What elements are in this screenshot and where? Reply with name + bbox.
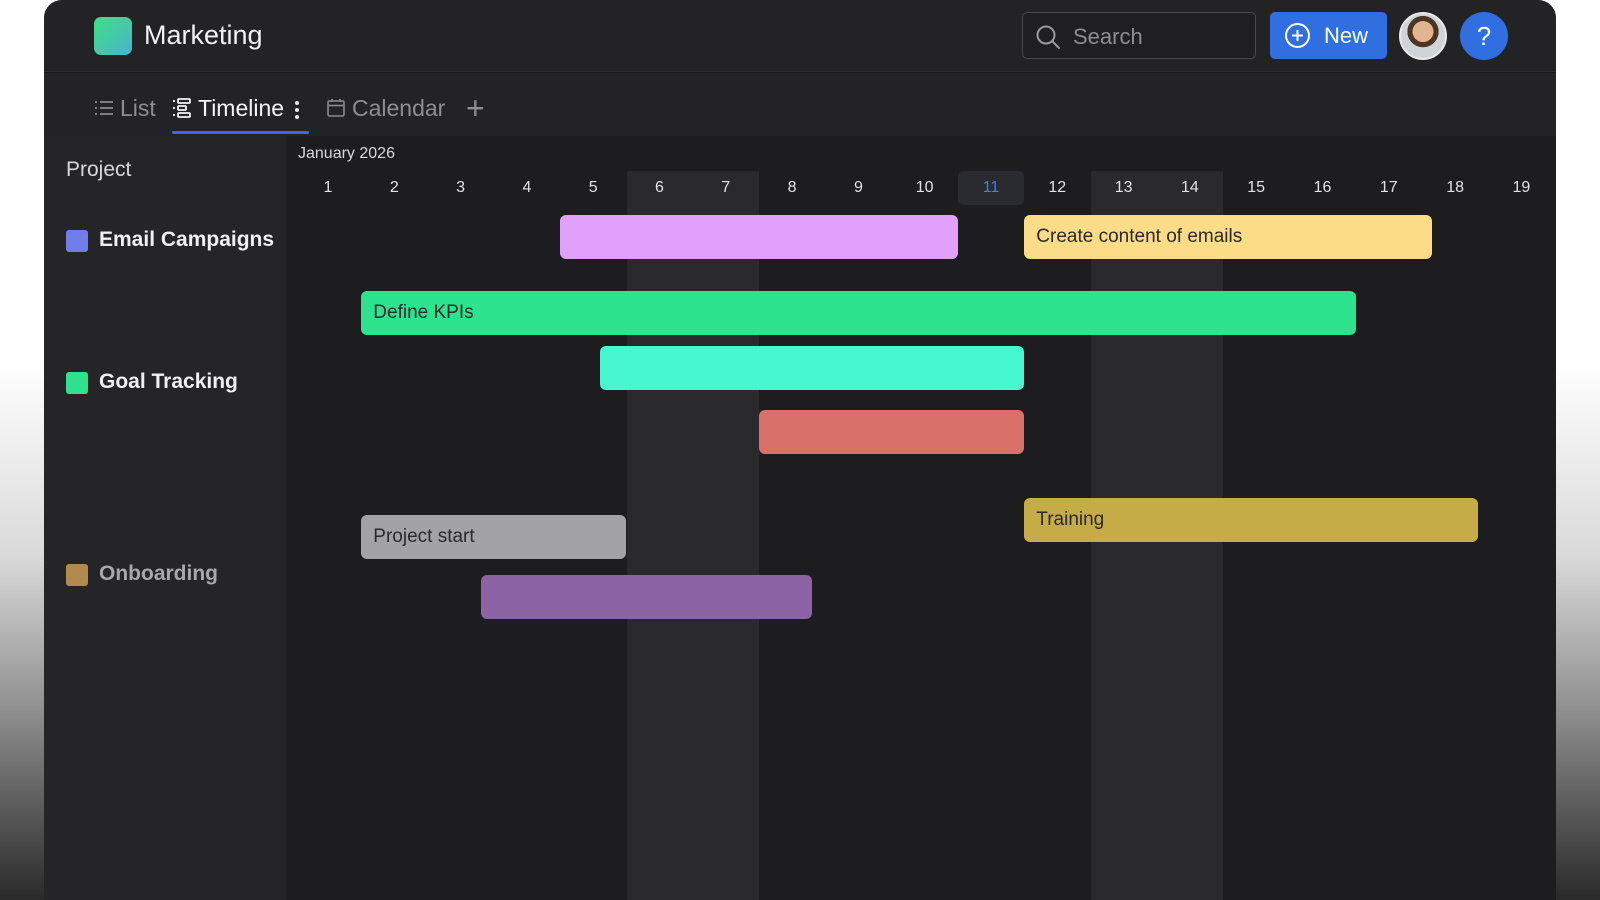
add-view-button[interactable]: + xyxy=(466,92,485,124)
task-bar[interactable] xyxy=(599,346,1025,390)
list-icon xyxy=(95,101,113,115)
task-bar[interactable]: Create content of emails xyxy=(1024,215,1433,259)
project-color-swatch xyxy=(66,564,88,586)
project-name: Onboarding xyxy=(99,562,218,585)
month-label: January 2026 xyxy=(298,145,395,162)
new-button-label: New xyxy=(1324,23,1369,48)
day-header[interactable]: 11 xyxy=(958,179,1024,197)
tab-timeline-label: Timeline xyxy=(198,95,285,121)
new-button[interactable]: New xyxy=(1270,12,1387,59)
help-button[interactable]: ? xyxy=(1460,12,1508,60)
workspace-title: Marketing xyxy=(144,20,263,50)
app-window: Marketing Search New ? List Timeline Cal… xyxy=(44,0,1556,900)
day-header[interactable]: 7 xyxy=(693,179,759,197)
day-header[interactable]: 10 xyxy=(892,179,958,197)
search-icon xyxy=(1036,25,1060,49)
task-label: Define KPIs xyxy=(373,302,474,323)
day-header[interactable]: 9 xyxy=(825,179,891,197)
day-header[interactable]: 1 xyxy=(295,179,361,197)
user-avatar[interactable] xyxy=(1399,12,1447,60)
task-label: Project start xyxy=(373,526,475,547)
project-column-header: Project xyxy=(66,158,132,181)
day-header[interactable]: 15 xyxy=(1223,179,1289,197)
calendar-icon xyxy=(327,99,345,117)
task-bar[interactable] xyxy=(759,410,1025,454)
day-header[interactable]: 17 xyxy=(1356,179,1422,197)
task-label: Create content of emails xyxy=(1036,226,1243,247)
day-header[interactable]: 6 xyxy=(627,179,693,197)
day-header[interactable]: 14 xyxy=(1157,179,1223,197)
project-color-swatch xyxy=(66,230,88,252)
project-sidebar: Project Email Campaigns Goal Tracking On… xyxy=(44,136,286,900)
day-header[interactable]: 19 xyxy=(1488,179,1554,197)
project-name: Email Campaigns xyxy=(99,228,275,251)
view-tabs: List Timeline Calendar + xyxy=(44,73,1556,136)
workspace-logo-icon[interactable] xyxy=(94,17,132,55)
project-name: Goal Tracking xyxy=(99,370,238,393)
task-bar[interactable] xyxy=(480,575,813,619)
more-options-icon[interactable] xyxy=(294,100,300,122)
task-label: Training xyxy=(1036,509,1105,530)
day-header[interactable]: 5 xyxy=(560,179,626,197)
day-header[interactable]: 8 xyxy=(759,179,825,197)
day-header[interactable]: 3 xyxy=(428,179,494,197)
task-bar[interactable] xyxy=(560,215,958,259)
search-placeholder: Search xyxy=(1073,24,1143,49)
timeline-grid: January 2026 1 2 3 4 5 6 7 8 9 10 11 12 13 14 15 16 17 18… xyxy=(286,136,1556,900)
active-tab-indicator xyxy=(172,131,309,134)
day-header[interactable]: 4 xyxy=(494,179,560,197)
search-input[interactable]: Search xyxy=(1022,12,1256,59)
day-header[interactable]: 18 xyxy=(1422,179,1488,197)
timeline-icon xyxy=(173,98,191,118)
task-bar[interactable]: Project start xyxy=(361,515,627,559)
task-bar[interactable]: Training xyxy=(1024,498,1479,542)
day-header[interactable]: 13 xyxy=(1091,179,1157,197)
day-header[interactable]: 16 xyxy=(1290,179,1356,197)
weekend-column-shade xyxy=(626,171,760,900)
day-header[interactable]: 2 xyxy=(361,179,427,197)
day-header[interactable]: 12 xyxy=(1024,179,1090,197)
project-color-swatch xyxy=(66,372,88,394)
task-bar[interactable]: Define KPIs xyxy=(361,291,1356,335)
plus-circle-icon xyxy=(1285,23,1310,48)
tab-list-label: List xyxy=(120,95,156,121)
tab-calendar-label: Calendar xyxy=(352,95,446,121)
top-header: Marketing Search New ? xyxy=(44,0,1556,72)
